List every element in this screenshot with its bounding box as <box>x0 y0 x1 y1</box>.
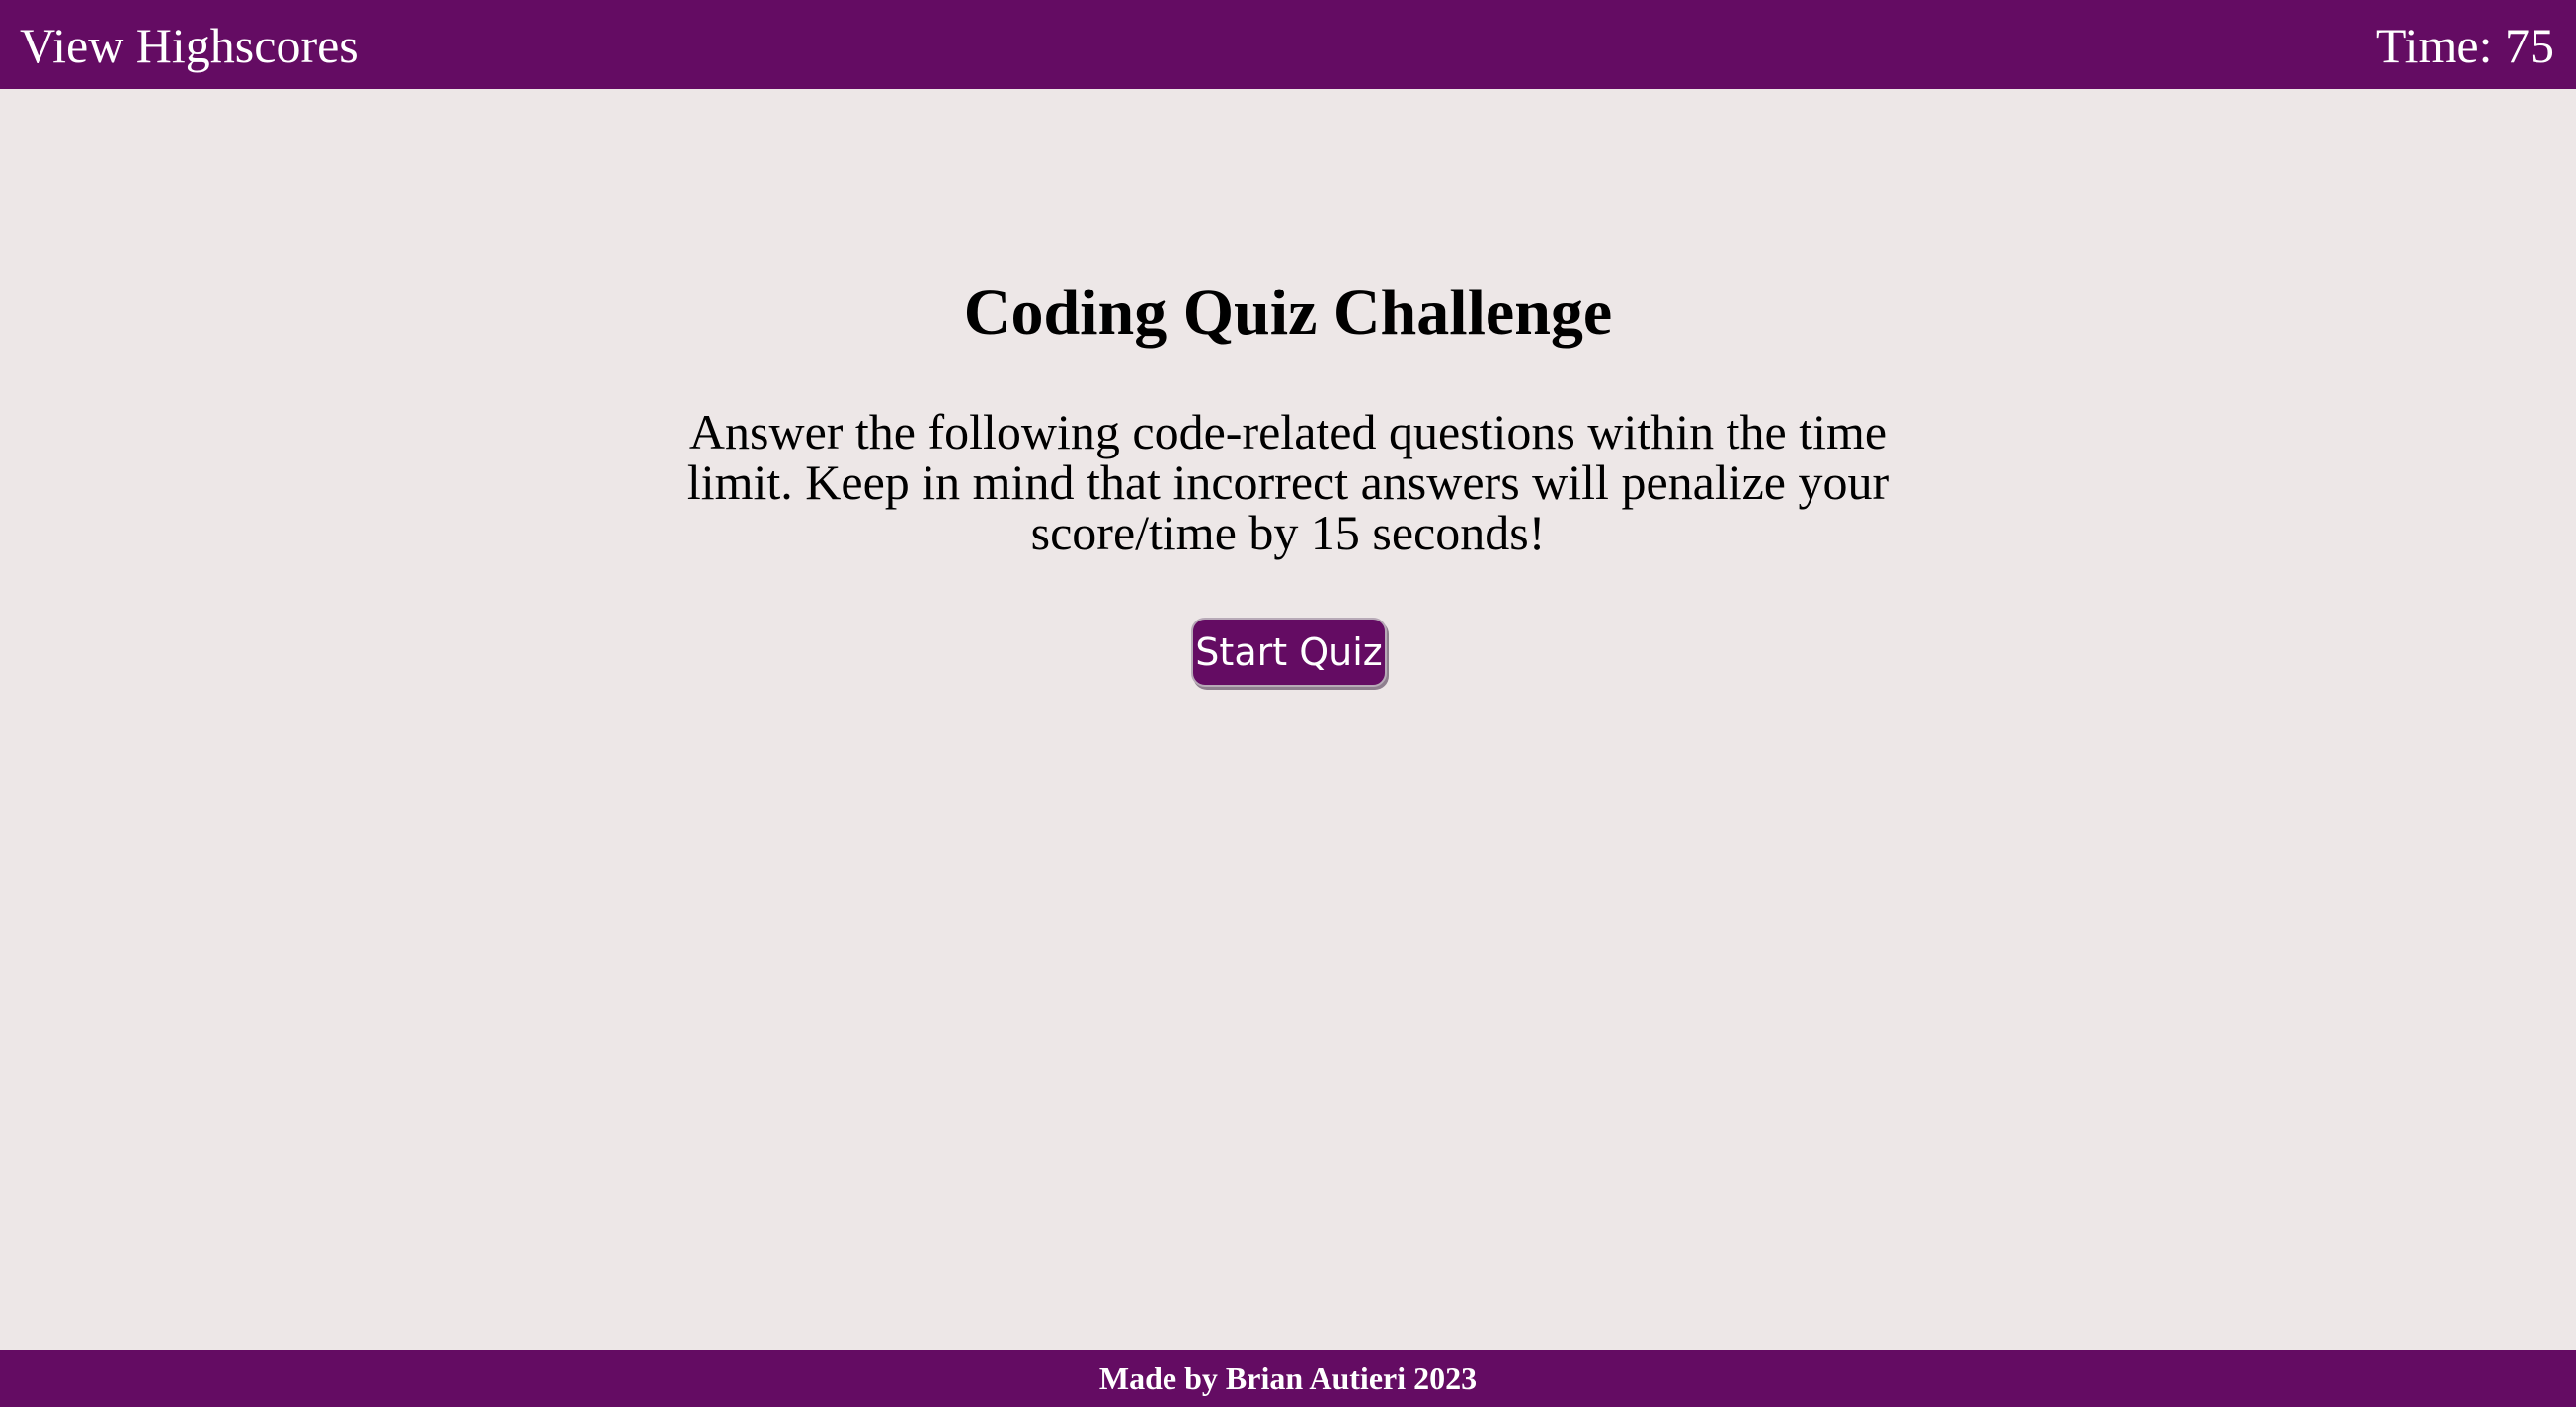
footer-credit: Made by Brian Autieri 2023 <box>1098 1361 1478 1396</box>
quiz-instructions: Answer the following code-related questi… <box>686 404 1890 560</box>
view-highscores-link[interactable]: View Highscores <box>20 21 359 70</box>
quiz-start-panel: Coding Quiz Challenge Answer the followi… <box>0 89 2576 1350</box>
top-bar: View Highscores Time: 75 <box>0 0 2576 89</box>
footer: Made by Brian Autieri 2023 <box>0 1350 2576 1407</box>
page-title: Coding Quiz Challenge <box>963 277 1613 349</box>
start-quiz-button[interactable]: Start Quiz <box>1191 618 1387 687</box>
timer-display: Time: 75 <box>2375 18 2554 73</box>
